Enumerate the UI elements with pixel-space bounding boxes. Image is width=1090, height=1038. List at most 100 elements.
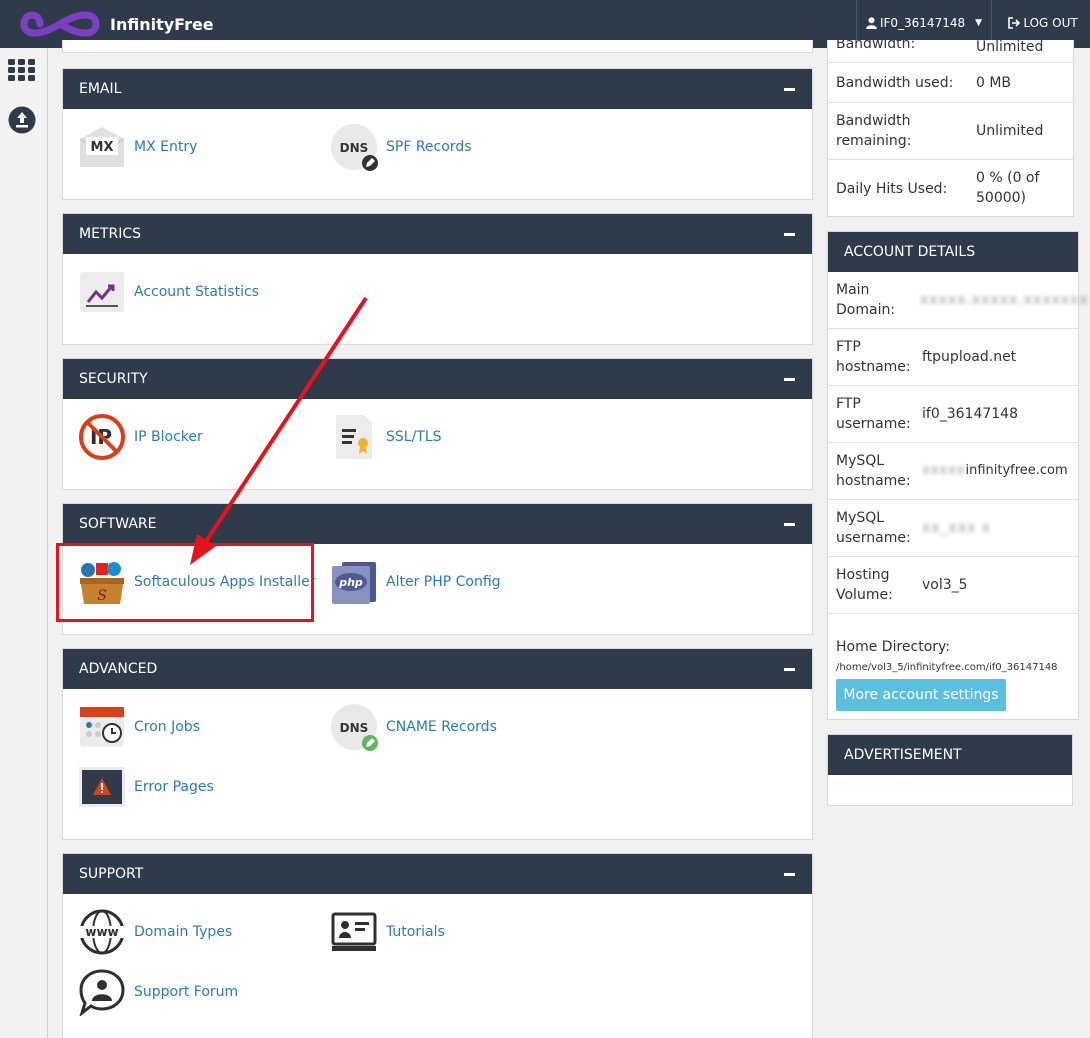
redacted-value: xx_xxx x	[922, 520, 992, 536]
account-details-box: ACCOUNT DETAILS Main Domain: xxxxx.xxxxx…	[827, 231, 1088, 720]
svg-text:php: php	[338, 576, 363, 589]
stats-chart-icon	[78, 268, 126, 316]
account-key: MySQL hostname:	[836, 453, 911, 489]
more-account-settings-button[interactable]: More account settings	[836, 679, 1006, 711]
error-pages-link[interactable]: Error Pages	[78, 763, 214, 811]
panel-advanced: ADVANCED Cron Jobs DNS CNAME Records Err…	[62, 648, 813, 840]
panel-metrics: METRICS Account Statistics	[62, 213, 813, 345]
cname-records-label: CNAME Records	[386, 719, 497, 735]
panel-top-remnant	[62, 40, 813, 53]
chat-user-icon	[78, 968, 126, 1016]
alter-php-config-label: Alter PHP Config	[386, 574, 501, 590]
collapse-icon[interactable]	[782, 227, 796, 241]
redacted-value: xxxxx.xxxxx.xxxxxxx	[920, 292, 1089, 308]
svg-text:MX: MX	[91, 140, 114, 155]
stat-row: Bandwidth remaining: Unlimited	[828, 103, 1073, 160]
home-directory-path: /home/vol3_5/infinityfree.com/if0_361471…	[836, 662, 1058, 673]
mx-entry-label: MX Entry	[134, 139, 198, 155]
apps-grid-icon[interactable]	[8, 59, 36, 81]
domain-types-label: Domain Types	[134, 924, 233, 940]
panel-title: ADVANCED	[79, 661, 158, 677]
panel-email: EMAIL MX MX Entry DNS SPF Records	[62, 68, 813, 200]
tutorials-link[interactable]: Tutorials	[330, 908, 445, 956]
advertisement-title: ADVERTISEMENT	[828, 735, 1072, 775]
panel-title: SOFTWARE	[79, 516, 157, 532]
svg-text:DNS: DNS	[340, 141, 369, 155]
panel-support: SUPPORT www Domain Types Tutorials Suppo…	[62, 853, 813, 1038]
svg-text:S: S	[97, 588, 107, 604]
support-forum-link[interactable]: Support Forum	[78, 968, 238, 1016]
ip-block-icon: IP	[78, 413, 126, 461]
stats-box: Bandwidth: Unlimited Bandwidth used: 0 M…	[827, 40, 1074, 217]
dns-check-icon: DNS	[330, 703, 378, 751]
ip-blocker-link[interactable]: IP IP Blocker	[78, 413, 203, 461]
stat-key: Daily Hits Used:	[836, 180, 948, 197]
panel-title: SUPPORT	[79, 866, 144, 882]
collapse-icon[interactable]	[782, 372, 796, 386]
collapse-icon[interactable]	[782, 517, 796, 531]
account-key: Main Domain:	[836, 282, 896, 318]
collapse-icon[interactable]	[782, 82, 796, 96]
stat-value: 0 MB	[976, 75, 1012, 91]
stat-key: Bandwidth remaining:	[836, 113, 912, 149]
cron-jobs-label: Cron Jobs	[134, 719, 200, 735]
left-sidebar	[0, 48, 48, 1038]
stat-row: Daily Hits Used: 0 % (0 of 50000)	[828, 160, 1073, 217]
alter-php-config-link[interactable]: php Alter PHP Config	[330, 558, 501, 606]
stat-row: Bandwidth used: 0 MB	[828, 63, 1073, 103]
panel-title: EMAIL	[79, 81, 122, 97]
account-row: FTP hostname: ftpupload.net	[828, 329, 1078, 386]
account-row: FTP username: if0_36147148	[828, 386, 1078, 443]
account-statistics-link[interactable]: Account Statistics	[78, 268, 259, 316]
panel-title: SECURITY	[79, 371, 148, 387]
svg-text:DNS: DNS	[340, 721, 369, 735]
account-key: MySQL username:	[836, 510, 911, 546]
account-statistics-label: Account Statistics	[134, 284, 259, 300]
mx-entry-link[interactable]: MX MX Entry	[78, 123, 197, 171]
collapse-icon[interactable]	[782, 662, 796, 676]
stat-row: Bandwidth: Unlimited	[828, 40, 1073, 63]
stat-key: Bandwidth:	[836, 40, 916, 52]
user-icon	[865, 17, 877, 29]
panel-title: METRICS	[79, 226, 141, 242]
logout-label: LOG OUT	[1023, 16, 1078, 30]
caret-down-icon: ▼	[975, 18, 983, 28]
spf-records-link[interactable]: DNS SPF Records	[330, 123, 472, 171]
account-key: Hosting Volume:	[836, 567, 893, 603]
account-key: FTP hostname:	[836, 339, 911, 375]
account-row: MySQL username: xx_xxx x	[828, 500, 1078, 557]
calendar-clock-icon	[78, 703, 126, 751]
collapse-icon[interactable]	[782, 867, 796, 881]
account-key: FTP username:	[836, 396, 911, 432]
envelope-mx-icon: MX	[78, 123, 126, 171]
panel-header: SOFTWARE	[63, 504, 812, 544]
home-directory-label: Home Directory:	[836, 639, 951, 655]
upload-icon[interactable]	[8, 106, 36, 134]
stat-key: Bandwidth used:	[836, 74, 954, 91]
warning-screen-icon	[78, 763, 126, 811]
presentation-icon	[330, 908, 378, 956]
username-label: IF0_36147148	[879, 16, 966, 30]
app-name: InfinityFree	[110, 14, 214, 34]
ssl-tls-label: SSL/TLS	[386, 429, 442, 445]
cron-jobs-link[interactable]: Cron Jobs	[78, 703, 200, 751]
ssl-tls-link[interactable]: SSL/TLS	[330, 413, 442, 461]
advertisement-box: ADVERTISEMENT	[827, 734, 1073, 806]
support-forum-label: Support Forum	[134, 984, 239, 1000]
panel-security: SECURITY IP IP Blocker SSL/TLS	[62, 358, 813, 490]
panel-header: SUPPORT	[63, 854, 812, 894]
svg-text:www: www	[85, 925, 118, 939]
stat-value: Unlimited	[976, 123, 1044, 139]
sign-out-icon	[1008, 17, 1021, 29]
account-value: ftpupload.net	[922, 349, 1017, 365]
redacted-value: xxxxxinfinityfree.com	[922, 463, 1068, 478]
softaculous-label: Softaculous Apps Installer	[134, 574, 316, 590]
certificate-icon	[330, 413, 378, 461]
domain-types-link[interactable]: www Domain Types	[78, 908, 232, 956]
softaculous-link[interactable]: S Softaculous Apps Installer	[78, 558, 315, 606]
cname-records-link[interactable]: DNS CNAME Records	[330, 703, 497, 751]
dns-edit-icon: DNS	[330, 123, 378, 171]
panel-header: SECURITY	[63, 359, 812, 399]
tutorials-label: Tutorials	[386, 924, 445, 940]
account-details-title: ACCOUNT DETAILS	[828, 232, 1078, 272]
